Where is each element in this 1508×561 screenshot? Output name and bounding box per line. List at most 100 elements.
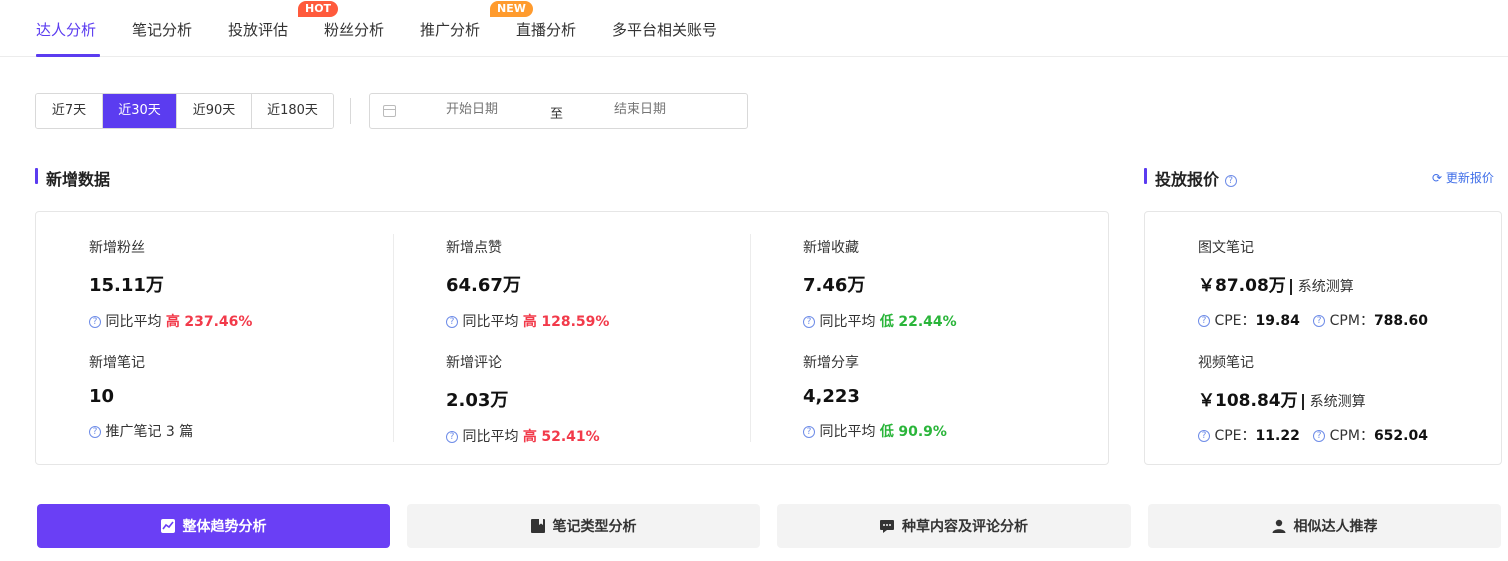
pricing-card: 图文笔记 ￥87.08万 系统测算 ? CPE：19.84 ? CPM：788.6…	[1144, 211, 1502, 465]
range-7-days-button[interactable]: 近7天	[36, 94, 103, 128]
pricing-title-text: 投放报价	[1155, 170, 1220, 189]
button-label: 笔记类型分析	[552, 519, 637, 535]
date-separator: 至	[550, 107, 564, 122]
price-metrics: ? CPE：11.22 ? CPM：652.04	[1198, 425, 1498, 445]
help-icon[interactable]: ?	[803, 426, 815, 438]
compare-prefix: 同比平均	[462, 429, 519, 445]
price-label: 视频笔记	[1198, 355, 1254, 371]
end-date-input[interactable]	[614, 102, 724, 117]
help-icon[interactable]: ?	[89, 426, 101, 438]
price-amount: ￥108.84万	[1198, 391, 1298, 411]
hot-badge: HOT	[298, 1, 339, 17]
calendar-icon	[383, 105, 396, 117]
section-marker	[35, 168, 38, 184]
help-icon[interactable]: ?	[1224, 174, 1237, 187]
help-icon[interactable]: ?	[446, 316, 458, 328]
tab-promotion-analysis[interactable]: 推广分析	[420, 19, 480, 40]
similar-talent-button[interactable]: 相似达人推荐	[1148, 504, 1501, 548]
refresh-quote-button[interactable]: ⟳ 更新报价	[1432, 169, 1494, 186]
compare-percent: 22.44%	[898, 314, 957, 330]
help-icon[interactable]: ?	[1198, 315, 1210, 327]
stat-value: 10	[89, 386, 115, 407]
tab-talent-analysis[interactable]: 达人分析	[36, 19, 96, 40]
stat-new-likes: 新增点赞 64.67万 ? 同比平均 高 128.59%	[446, 237, 746, 331]
compare-percent: 52.41%	[541, 429, 600, 445]
price-image-note: 图文笔记 ￥87.08万 系统测算 ? CPE：19.84 ? CPM：788.6…	[1198, 237, 1498, 330]
bookmark-icon	[530, 519, 545, 533]
range-180-days-button[interactable]: 近180天	[252, 94, 333, 128]
range-90-days-button[interactable]: 近90天	[177, 94, 252, 128]
price-unit: 系统测算	[1289, 279, 1354, 295]
stat-label: 新增点赞	[446, 240, 502, 256]
level-low: 低	[879, 314, 894, 330]
compare-prefix: 同比平均	[819, 314, 876, 330]
stat-compare: ? 同比平均 低 22.44%	[803, 311, 1103, 331]
refresh-icon: ⟳	[1432, 171, 1443, 185]
promo-notes-count: 推广笔记 3 篇	[105, 424, 194, 440]
divider	[350, 98, 351, 124]
tab-delivery-evaluation[interactable]: 投放评估	[228, 19, 288, 40]
stat-compare: ? 同比平均 高 128.59%	[446, 311, 746, 331]
price-metrics: ? CPE：19.84 ? CPM：788.60	[1198, 310, 1498, 330]
range-30-days-button[interactable]: 近30天	[103, 94, 177, 128]
button-label: 相似达人推荐	[1293, 519, 1378, 535]
price-video-note: 视频笔记 ￥108.84万 系统测算 ? CPE：11.22 ? CPM：652.…	[1198, 352, 1498, 445]
divider	[393, 234, 394, 442]
help-icon[interactable]: ?	[803, 316, 815, 328]
new-badge: NEW	[490, 1, 533, 17]
help-icon[interactable]: ?	[1313, 315, 1326, 327]
stat-new-shares: 新增分享 4,223 ? 同比平均 低 90.9%	[803, 352, 1103, 441]
tab-live-analysis[interactable]: 直播分析	[516, 19, 576, 40]
stat-new-comments: 新增评论 2.03万 ? 同比平均 高 52.41%	[446, 352, 746, 446]
help-icon[interactable]: ?	[446, 431, 458, 443]
price-label: 图文笔记	[1198, 240, 1254, 256]
level-high: 高	[522, 429, 537, 445]
section-marker	[1144, 168, 1147, 184]
stat-label: 新增粉丝	[89, 240, 145, 256]
price-value: ￥108.84万 系统测算	[1198, 386, 1498, 411]
cpe-label: CPE：	[1214, 313, 1256, 329]
active-tab-indicator	[36, 54, 100, 57]
stat-label: 新增收藏	[803, 240, 859, 256]
stat-value: 15.11万	[89, 275, 164, 296]
level-high: 高	[522, 314, 537, 330]
stat-note: ? 推广笔记 3 篇	[89, 421, 389, 441]
cpe-value: 11.22	[1255, 428, 1300, 444]
compare-percent: 90.9%	[898, 424, 947, 440]
stat-value: 4,223	[803, 386, 860, 407]
price-value: ￥87.08万 系统测算	[1198, 271, 1498, 296]
stat-label: 新增分享	[803, 355, 859, 371]
overall-trend-button[interactable]: 整体趋势分析	[37, 504, 390, 548]
cpm-value: 788.60	[1373, 313, 1428, 329]
price-unit: 系统测算	[1301, 394, 1366, 410]
note-type-button[interactable]: 笔记类型分析	[407, 504, 760, 548]
tab-note-analysis[interactable]: 笔记分析	[132, 19, 192, 40]
stat-new-fans: 新增粉丝 15.11万 ? 同比平均 高 237.46%	[89, 237, 389, 331]
button-label: 整体趋势分析	[182, 519, 267, 535]
tab-fans-analysis[interactable]: 粉丝分析	[324, 19, 384, 40]
date-range-picker[interactable]: 至	[369, 93, 748, 129]
stat-value: 7.46万	[803, 275, 866, 296]
refresh-quote-label: 更新报价	[1445, 171, 1494, 185]
help-icon[interactable]: ?	[1313, 430, 1326, 442]
compare-prefix: 同比平均	[462, 314, 519, 330]
stat-value: 64.67万	[446, 275, 521, 296]
stat-compare: ? 同比平均 低 90.9%	[803, 421, 1103, 441]
stat-new-notes: 新增笔记 10 ? 推广笔记 3 篇	[89, 352, 389, 441]
help-icon[interactable]: ?	[89, 316, 101, 328]
stat-new-favorites: 新增收藏 7.46万 ? 同比平均 低 22.44%	[803, 237, 1103, 331]
start-date-input[interactable]	[446, 102, 556, 117]
tab-multi-platform-accounts[interactable]: 多平台相关账号	[612, 19, 717, 40]
pricing-title: 投放报价 ?	[1155, 166, 1237, 190]
compare-percent: 237.46%	[184, 314, 253, 330]
top-navigation: 达人分析 笔记分析 投放评估 HOT 粉丝分析 推广分析 NEW 直播分析 多平…	[0, 0, 1508, 57]
compare-prefix: 同比平均	[105, 314, 162, 330]
help-icon[interactable]: ?	[1198, 430, 1210, 442]
stat-compare: ? 同比平均 高 237.46%	[89, 311, 389, 331]
stat-value: 2.03万	[446, 390, 509, 411]
content-comment-button[interactable]: 种草内容及评论分析	[777, 504, 1131, 548]
stat-label: 新增评论	[446, 355, 502, 371]
divider	[750, 234, 751, 442]
stat-compare: ? 同比平均 高 52.41%	[446, 426, 746, 446]
cpm-label: CPM：	[1329, 313, 1374, 329]
